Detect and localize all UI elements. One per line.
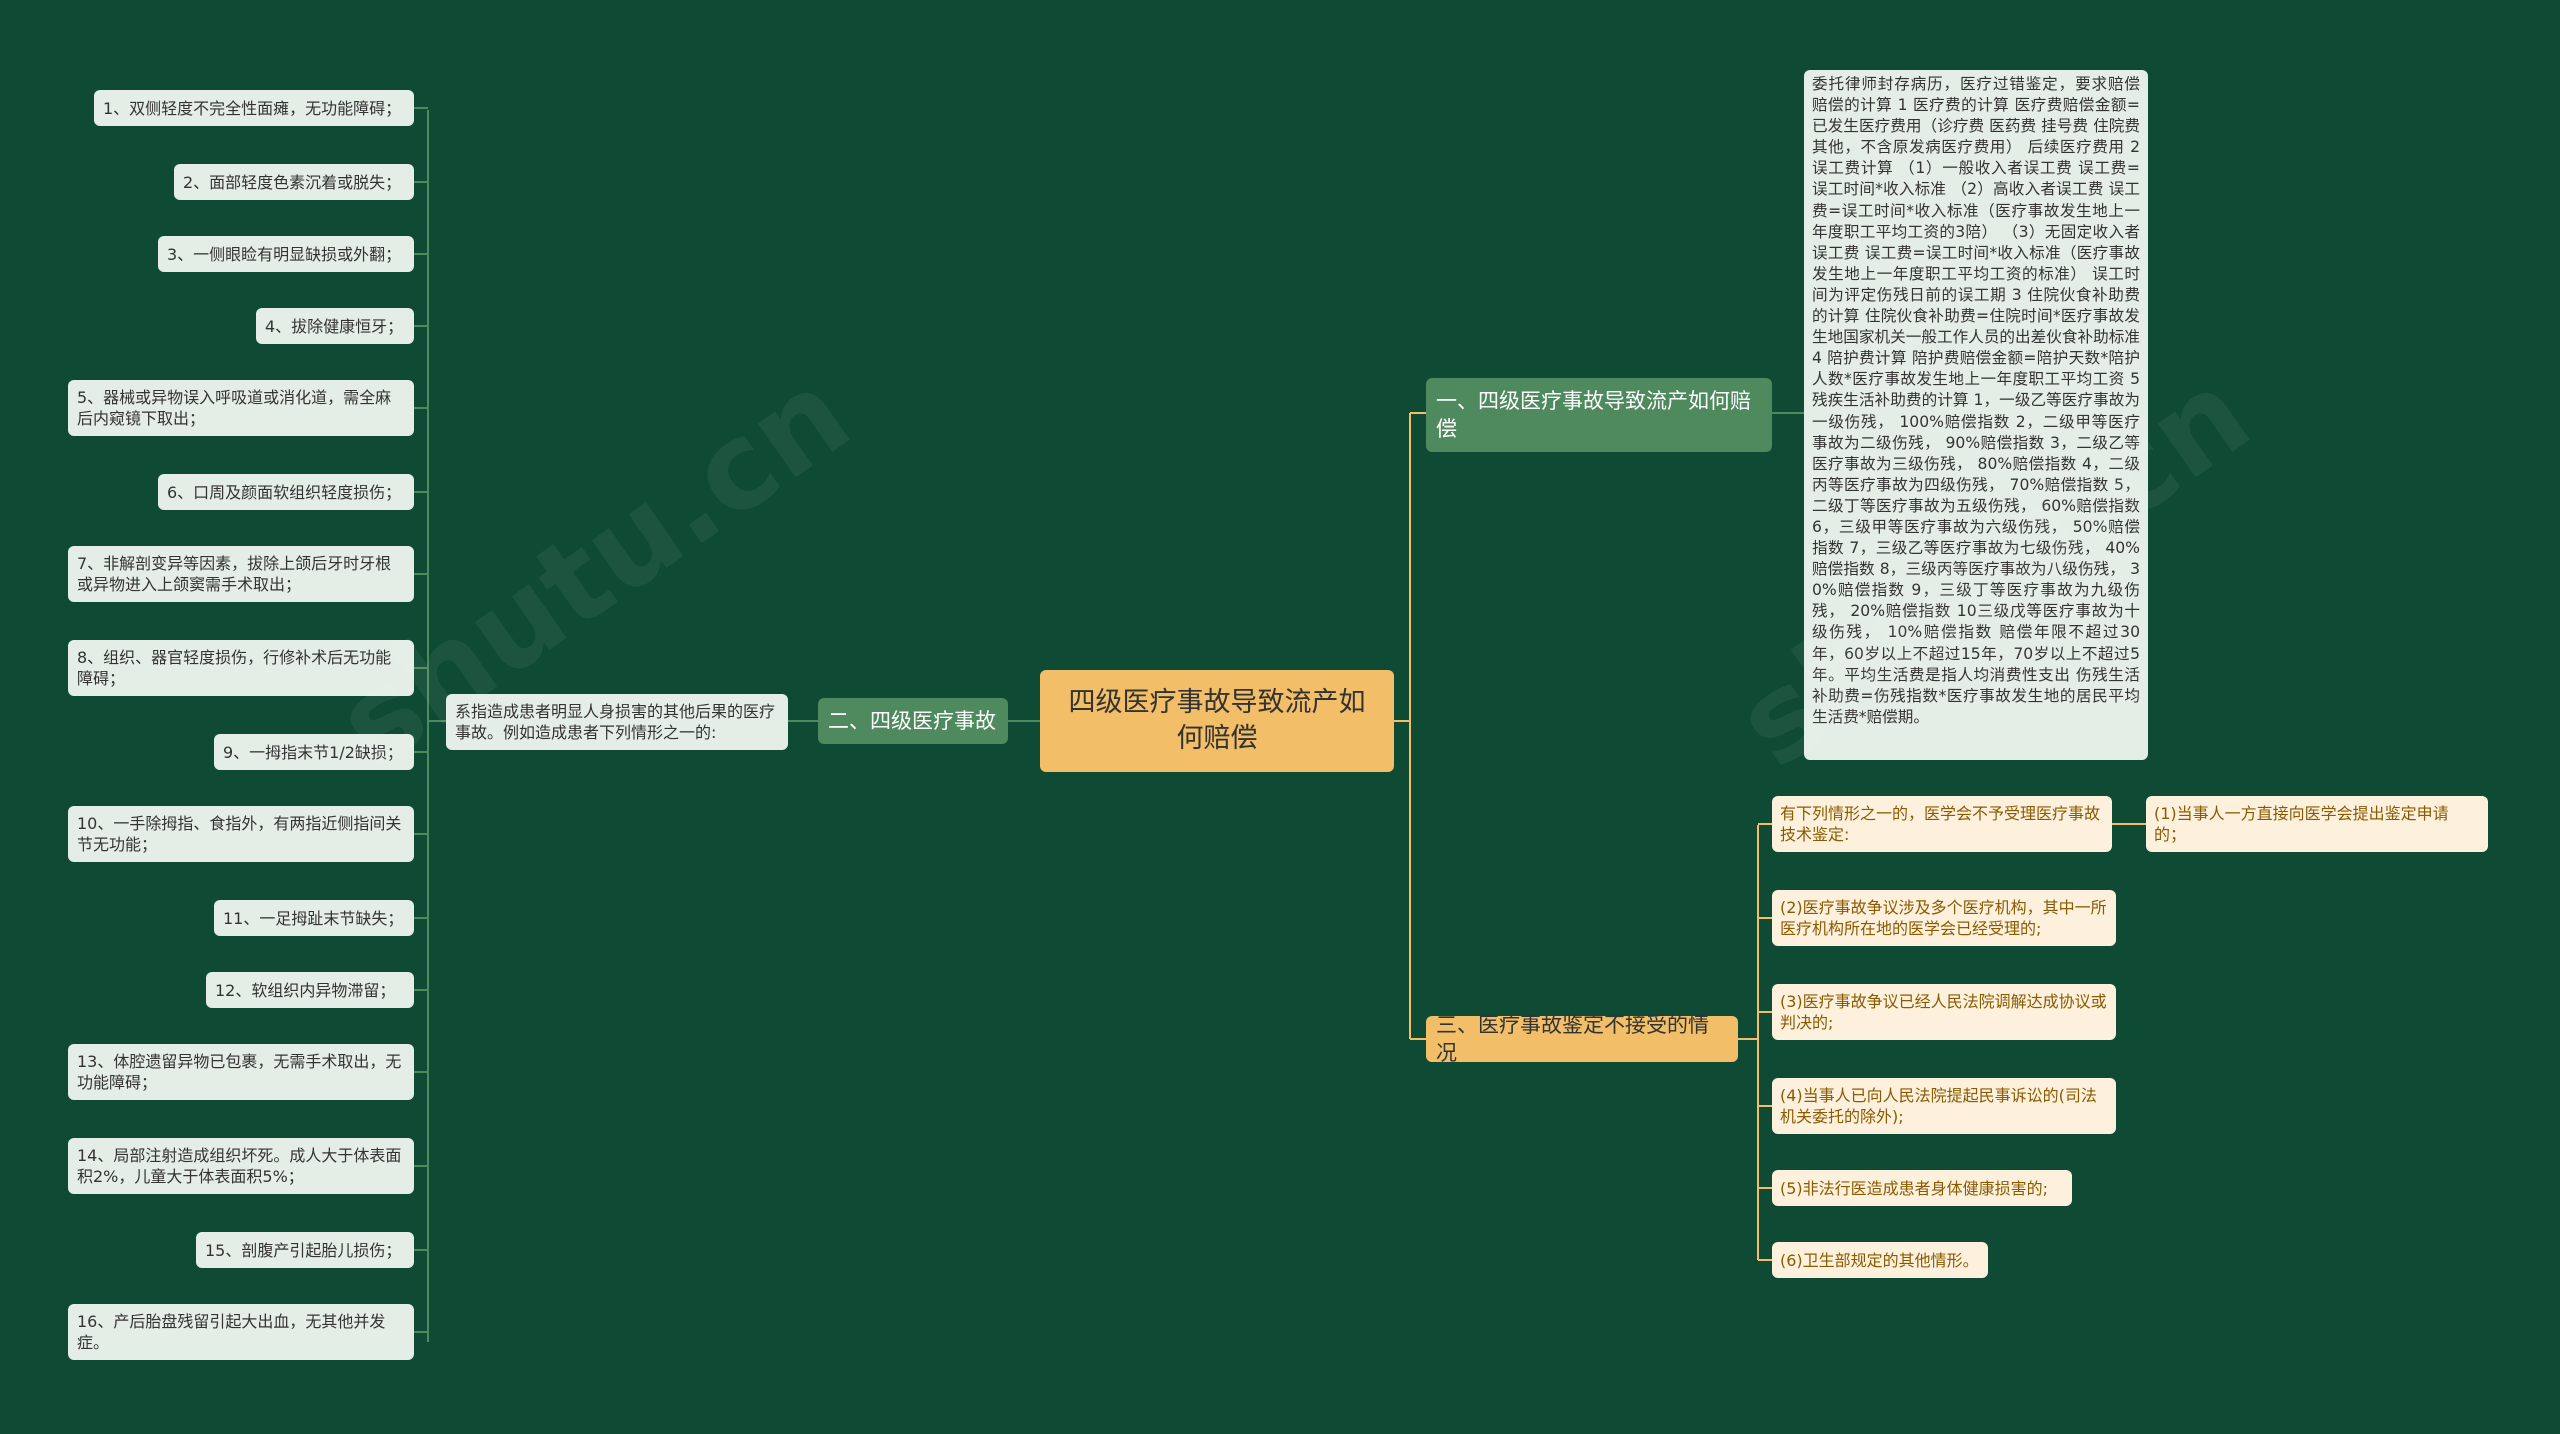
rejection-case-text: (5)非法行医造成患者身体健康损害的; xyxy=(1780,1178,2049,1198)
level4-case-text: 4、拔除健康恒牙； xyxy=(265,316,404,336)
level4-case-text: 2、面部轻度色素沉着或脱失； xyxy=(183,172,402,192)
level4-case-item[interactable]: 3、一侧眼睑有明显缺损或外翻； xyxy=(158,236,414,272)
level4-case-item[interactable]: 6、口周及颜面软组织轻度损伤； xyxy=(158,474,414,510)
rejection-case-text: (3)医疗事故争议已经人民法院调解达成协议或判决的; xyxy=(1780,992,2107,1032)
level4-case-text: 9、一拇指末节1/2缺损； xyxy=(223,742,403,762)
level4-case-text: 1、双侧轻度不完全性面瘫，无功能障碍； xyxy=(103,98,402,118)
compensation-detail-note[interactable]: 委托律师封存病历，医疗过错鉴定，要求赔偿 赔偿的计算 1 医疗费的计算 医疗费赔… xyxy=(1804,70,2148,760)
rejection-case-text: (2)医疗事故争议涉及多个医疗机构，其中一所医疗机构所在地的医学会已经受理的; xyxy=(1780,898,2107,938)
rejection-intro-text: 有下列情形之一的，医学会不予受理医疗事故技术鉴定: xyxy=(1780,804,2101,844)
level4-definition-text: 系指造成患者明显人身损害的其他后果的医疗事故。例如造成患者下列情形之一的: xyxy=(455,702,776,742)
level4-case-text: 14、局部注射造成组织坏死。成人大于体表面积2%，儿童大于体表面积5%； xyxy=(77,1146,402,1186)
level4-case-item[interactable]: 16、产后胎盘残留引起大出血，无其他并发症。 xyxy=(68,1304,414,1360)
level4-case-item[interactable]: 14、局部注射造成组织坏死。成人大于体表面积2%，儿童大于体表面积5%； xyxy=(68,1138,414,1194)
level4-case-text: 8、组织、器官轻度损伤，行修补术后无功能障碍； xyxy=(77,648,392,688)
level4-case-item[interactable]: 7、非解剖变异等因素，拔除上颌后牙时牙根或异物进入上颌窦需手术取出； xyxy=(68,546,414,602)
root-topic[interactable]: 四级医疗事故导致流产如何赔偿 xyxy=(1040,670,1394,772)
branch-level4-label: 二、四级医疗事故 xyxy=(828,709,996,733)
branch-compensation-label: 一、四级医疗事故导致流产如何赔偿 xyxy=(1436,389,1751,441)
rejection-case-text: (6)卫生部规定的其他情形。 xyxy=(1780,1250,1979,1270)
level4-case-item[interactable]: 2、面部轻度色素沉着或脱失； xyxy=(174,164,414,200)
level4-case-item[interactable]: 10、一手除拇指、食指外，有两指近侧指间关节无功能； xyxy=(68,806,414,862)
level4-case-text: 11、一足拇趾末节缺失； xyxy=(223,908,404,928)
rejection-case-text: (4)当事人已向人民法院提起民事诉讼的(司法机关委托的除外); xyxy=(1780,1086,2097,1126)
rejection-case-1[interactable]: (1)当事人一方直接向医学会提出鉴定申请的； xyxy=(2146,796,2488,852)
branch-level4-accident[interactable]: 二、四级医疗事故 xyxy=(818,698,1008,744)
level4-case-text: 5、器械或异物误入呼吸道或消化道，需全麻后内窥镜下取出； xyxy=(77,388,392,428)
rejection-intro[interactable]: 有下列情形之一的，医学会不予受理医疗事故技术鉴定: xyxy=(1772,796,2112,852)
level4-case-item[interactable]: 5、器械或异物误入呼吸道或消化道，需全麻后内窥镜下取出； xyxy=(68,380,414,436)
level4-case-item[interactable]: 12、软组织内异物滞留； xyxy=(206,972,414,1008)
level4-case-text: 3、一侧眼睑有明显缺损或外翻； xyxy=(167,244,402,264)
level4-case-item[interactable]: 1、双侧轻度不完全性面瘫，无功能障碍； xyxy=(94,90,414,126)
rejection-case-item[interactable]: (6)卫生部规定的其他情形。 xyxy=(1772,1242,1988,1278)
level4-case-text: 10、一手除拇指、食指外，有两指近侧指间关节无功能； xyxy=(77,814,402,854)
mindmap-canvas: 四级医疗事故导致流产如何赔偿 一、四级医疗事故导致流产如何赔偿 委托律师封存病历… xyxy=(0,0,2560,1434)
rejection-case-item[interactable]: (4)当事人已向人民法院提起民事诉讼的(司法机关委托的除外); xyxy=(1772,1078,2116,1134)
level4-case-text: 15、剖腹产引起胎儿损伤； xyxy=(205,1240,402,1260)
rejection-case-1-text: (1)当事人一方直接向医学会提出鉴定申请的； xyxy=(2154,804,2449,844)
rejection-case-item[interactable]: (3)医疗事故争议已经人民法院调解达成协议或判决的; xyxy=(1772,984,2116,1040)
level4-case-text: 13、体腔遗留异物已包裹，无需手术取出，无功能障碍； xyxy=(77,1052,402,1092)
rejection-case-item[interactable]: (5)非法行医造成患者身体健康损害的; xyxy=(1772,1170,2072,1206)
compensation-detail-text: 委托律师封存病历，医疗过错鉴定，要求赔偿 赔偿的计算 1 医疗费的计算 医疗费赔… xyxy=(1812,75,2140,726)
level4-case-text: 7、非解剖变异等因素，拔除上颌后牙时牙根或异物进入上颌窦需手术取出； xyxy=(77,554,392,594)
level4-case-text: 12、软组织内异物滞留； xyxy=(215,980,396,1000)
level4-case-item[interactable]: 11、一足拇趾末节缺失； xyxy=(214,900,414,936)
level4-case-text: 6、口周及颜面软组织轻度损伤； xyxy=(167,482,402,502)
branch-appraisal-label: 三、医疗事故鉴定不接受的情况 xyxy=(1436,1013,1709,1065)
level4-case-item[interactable]: 15、剖腹产引起胎儿损伤； xyxy=(196,1232,414,1268)
level4-case-text: 16、产后胎盘残留引起大出血，无其他并发症。 xyxy=(77,1312,386,1352)
root-topic-label: 四级医疗事故导致流产如何赔偿 xyxy=(1068,687,1366,754)
rejection-case-item[interactable]: (2)医疗事故争议涉及多个医疗机构，其中一所医疗机构所在地的医学会已经受理的; xyxy=(1772,890,2116,946)
level4-case-item[interactable]: 9、一拇指末节1/2缺损； xyxy=(214,734,414,770)
level4-case-item[interactable]: 4、拔除健康恒牙； xyxy=(256,308,414,344)
level4-case-item[interactable]: 13、体腔遗留异物已包裹，无需手术取出，无功能障碍； xyxy=(68,1044,414,1100)
branch-compensation[interactable]: 一、四级医疗事故导致流产如何赔偿 xyxy=(1426,378,1772,452)
branch-appraisal-rejection[interactable]: 三、医疗事故鉴定不接受的情况 xyxy=(1426,1013,1738,1065)
level4-case-item[interactable]: 8、组织、器官轻度损伤，行修补术后无功能障碍； xyxy=(68,640,414,696)
level4-definition[interactable]: 系指造成患者明显人身损害的其他后果的医疗事故。例如造成患者下列情形之一的: xyxy=(446,694,788,750)
